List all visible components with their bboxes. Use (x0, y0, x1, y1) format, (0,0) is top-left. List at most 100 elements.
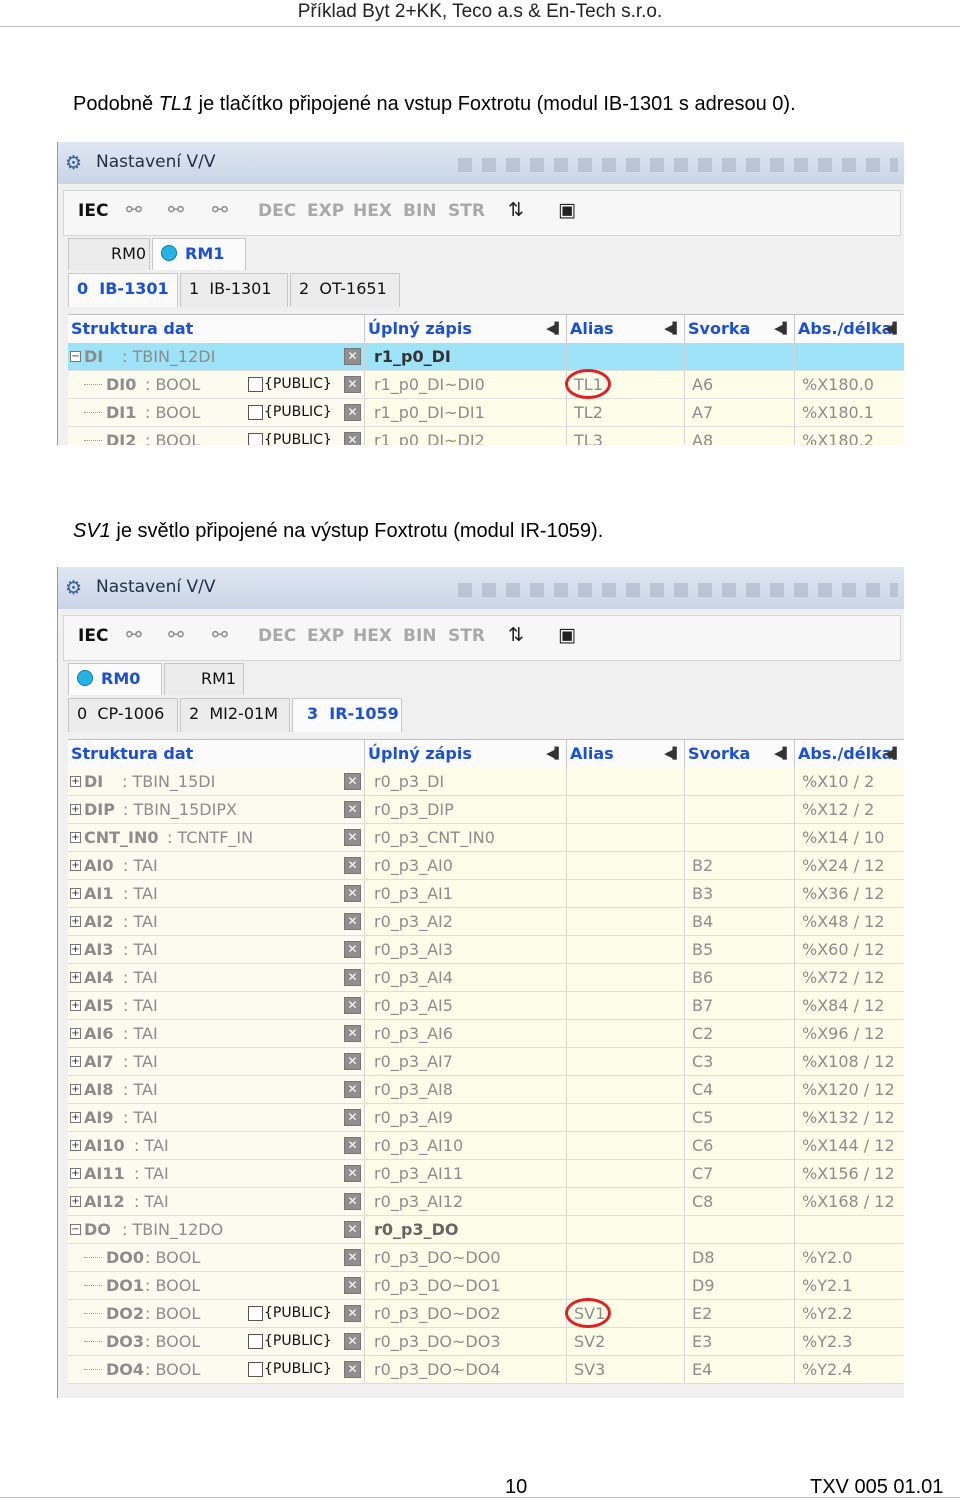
cell-abs[interactable]: %X180.0 (802, 371, 874, 398)
cell-abs[interactable]: %X48 / 12 (802, 908, 884, 935)
dec-button[interactable]: DEC (258, 626, 296, 646)
step-icon[interactable]: ⚯ (168, 199, 184, 221)
cell-full-name[interactable]: r0_p3_DO~DO2 (374, 1300, 501, 1327)
col-svorka[interactable]: Svorka ◀▌ (684, 740, 794, 768)
cell-full-name[interactable]: r1_p0_DI~DI2 (374, 427, 485, 445)
table-row[interactable]: + AI4: TAI ✕ r0_p3_AI4 B6 %X72 / 12 (68, 964, 904, 992)
cell-svorka[interactable]: A8 (692, 427, 713, 445)
cell-full-name[interactable]: r0_p3_AI9 (374, 1104, 453, 1131)
window-icon[interactable]: ▣ (558, 624, 576, 646)
cell-svorka[interactable]: D9 (692, 1272, 715, 1299)
cell-svorka[interactable]: C5 (692, 1104, 713, 1131)
expand-icon[interactable]: + (70, 860, 81, 871)
cell-svorka[interactable]: A6 (692, 371, 713, 398)
tab-rm1[interactable]: RM1 (152, 238, 246, 270)
table-row[interactable]: + AI5: TAI ✕ r0_p3_AI5 B7 %X84 / 12 (68, 992, 904, 1020)
table-row[interactable]: + AI12: TAI ✕ r0_p3_AI12 C8 %X168 / 12 (68, 1188, 904, 1216)
cell-svorka[interactable]: C3 (692, 1048, 713, 1075)
checked-box-icon[interactable]: ✕ (344, 829, 361, 846)
checked-box-icon[interactable]: ✕ (344, 801, 361, 818)
checked-box-icon[interactable]: ✕ (344, 1221, 361, 1238)
cell-svorka[interactable]: C8 (692, 1188, 713, 1215)
str-button[interactable]: STR (448, 201, 485, 221)
cell-full-name[interactable]: r0_p3_DO~DO0 (374, 1244, 501, 1271)
cell-full-name[interactable]: r1_p0_DI~DI0 (374, 371, 485, 398)
bin-button[interactable]: BIN (403, 201, 437, 221)
step-back-icon[interactable]: ⚯ (212, 199, 228, 221)
col-svorka[interactable]: Svorka ◀▌ (684, 315, 794, 343)
tab-module-0[interactable]: 0 CP-1006 (68, 698, 178, 732)
tab-rm1[interactable]: RM1 (164, 663, 244, 695)
step-back-icon[interactable]: ⚯ (212, 624, 228, 646)
table-row[interactable]: + AI10: TAI ✕ r0_p3_AI10 C6 %X144 / 12 (68, 1132, 904, 1160)
cell-full-name[interactable]: r0_p3_DO~DO1 (374, 1272, 501, 1299)
checked-box-icon[interactable]: ✕ (344, 1193, 361, 1210)
checked-box-icon[interactable]: ✕ (344, 997, 361, 1014)
expand-icon[interactable]: + (70, 832, 81, 843)
cell-alias[interactable]: SV3 (574, 1356, 605, 1383)
cell-abs[interactable]: %X72 / 12 (802, 964, 884, 991)
public-checkbox[interactable] (248, 433, 263, 445)
table-row[interactable]: DO0: BOOL ✕ r0_p3_DO~DO0 D8 %Y2.0 (68, 1244, 904, 1272)
cell-full-name[interactable]: r0_p3_DIP (374, 796, 454, 823)
checked-box-icon[interactable]: ✕ (344, 1305, 361, 1322)
hex-button[interactable]: HEX (353, 201, 392, 221)
expand-icon[interactable]: + (70, 804, 81, 815)
cell-abs[interactable]: %X12 / 2 (802, 796, 874, 823)
str-button[interactable]: STR (448, 626, 485, 646)
cell-svorka[interactable]: C6 (692, 1132, 713, 1159)
collapse-icon[interactable]: − (70, 351, 81, 362)
expand-icon[interactable]: + (70, 1028, 81, 1039)
table-row[interactable]: DO4: BOOL {PUBLIC} ✕ r0_p3_DO~DO4 SV3 E4 %Y2.4 (68, 1356, 904, 1384)
cell-svorka[interactable]: C2 (692, 1020, 713, 1047)
expand-icon[interactable]: + (70, 972, 81, 983)
input-output-icon[interactable]: ⇅ (508, 199, 524, 221)
checked-box-icon[interactable]: ✕ (344, 1333, 361, 1350)
cell-alias[interactable]: TL3 (574, 427, 603, 445)
table-row[interactable]: + AI11: TAI ✕ r0_p3_AI11 C7 %X156 / 12 (68, 1160, 904, 1188)
tab-rm0[interactable]: RM0 (68, 238, 150, 270)
exp-button[interactable]: EXP (307, 626, 344, 646)
run-step-icon[interactable]: ⚯ (126, 624, 142, 646)
cell-full-name[interactable]: r0_p3_AI5 (374, 992, 453, 1019)
public-checkbox[interactable] (248, 1362, 263, 1377)
tab-module-3[interactable]: 3 IR-1059 (292, 698, 402, 732)
cell-alias[interactable]: SV2 (574, 1328, 605, 1355)
checked-box-icon[interactable]: ✕ (344, 1165, 361, 1182)
cell-abs[interactable]: %Y2.2 (802, 1300, 852, 1327)
table-row[interactable]: + AI1: TAI ✕ r0_p3_AI1 B3 %X36 / 12 (68, 880, 904, 908)
cell-svorka[interactable]: E4 (692, 1356, 712, 1383)
checked-box-icon[interactable]: ✕ (344, 1109, 361, 1126)
table-row[interactable]: + AI9: TAI ✕ r0_p3_AI9 C5 %X132 / 12 (68, 1104, 904, 1132)
cell-abs[interactable]: %X14 / 10 (802, 824, 884, 851)
table-row[interactable]: + AI0: TAI ✕ r0_p3_AI0 B2 %X24 / 12 (68, 852, 904, 880)
checked-box-icon[interactable]: ✕ (344, 348, 361, 365)
tab-module-2[interactable]: 2 OT-1651 (290, 273, 400, 307)
col-full[interactable]: Úplný zápis ◀▌ (364, 740, 566, 768)
cell-full-name[interactable]: r0_p3_AI11 (374, 1160, 463, 1187)
cell-abs[interactable]: %X156 / 12 (802, 1160, 895, 1187)
cell-full-name[interactable]: r0_p3_CNT_IN0 (374, 824, 495, 851)
expand-icon[interactable]: + (70, 944, 81, 955)
iec-button[interactable]: IEC (78, 626, 108, 646)
table-row[interactable]: DI1: BOOL {PUBLIC} ✕ r1_p0_DI~DI1 TL2 A7 %X180… (68, 399, 904, 427)
col-struktura[interactable]: Struktura dat (68, 315, 364, 343)
cell-svorka[interactable]: B5 (692, 936, 713, 963)
expand-icon[interactable]: + (70, 1112, 81, 1123)
cell-abs[interactable]: %X96 / 12 (802, 1020, 884, 1047)
table-row[interactable]: DO2: BOOL {PUBLIC} ✕ r0_p3_DO~DO2 SV1 E2 %Y2.2 (68, 1298, 904, 1328)
cell-svorka[interactable]: B4 (692, 908, 713, 935)
window-icon[interactable]: ▣ (558, 199, 576, 221)
cell-abs[interactable]: %X144 / 12 (802, 1132, 895, 1159)
checked-box-icon[interactable]: ✕ (344, 1137, 361, 1154)
expand-icon[interactable]: + (70, 776, 81, 787)
table-row[interactable]: DI2: BOOL {PUBLIC} ✕ r1_p0_DI~DI2 TL3 A8 %X180… (68, 427, 904, 445)
cell-svorka[interactable]: B3 (692, 880, 713, 907)
input-output-icon[interactable]: ⇅ (508, 624, 524, 646)
cell-abs[interactable]: %Y2.1 (802, 1272, 852, 1299)
checked-box-icon[interactable]: ✕ (344, 773, 361, 790)
cell-full-name[interactable]: r0_p3_AI0 (374, 852, 453, 879)
tab-rm0[interactable]: RM0 (68, 663, 162, 695)
checked-box-icon[interactable]: ✕ (344, 885, 361, 902)
col-abs[interactable]: Abs./délka ◀▌ (794, 740, 904, 768)
